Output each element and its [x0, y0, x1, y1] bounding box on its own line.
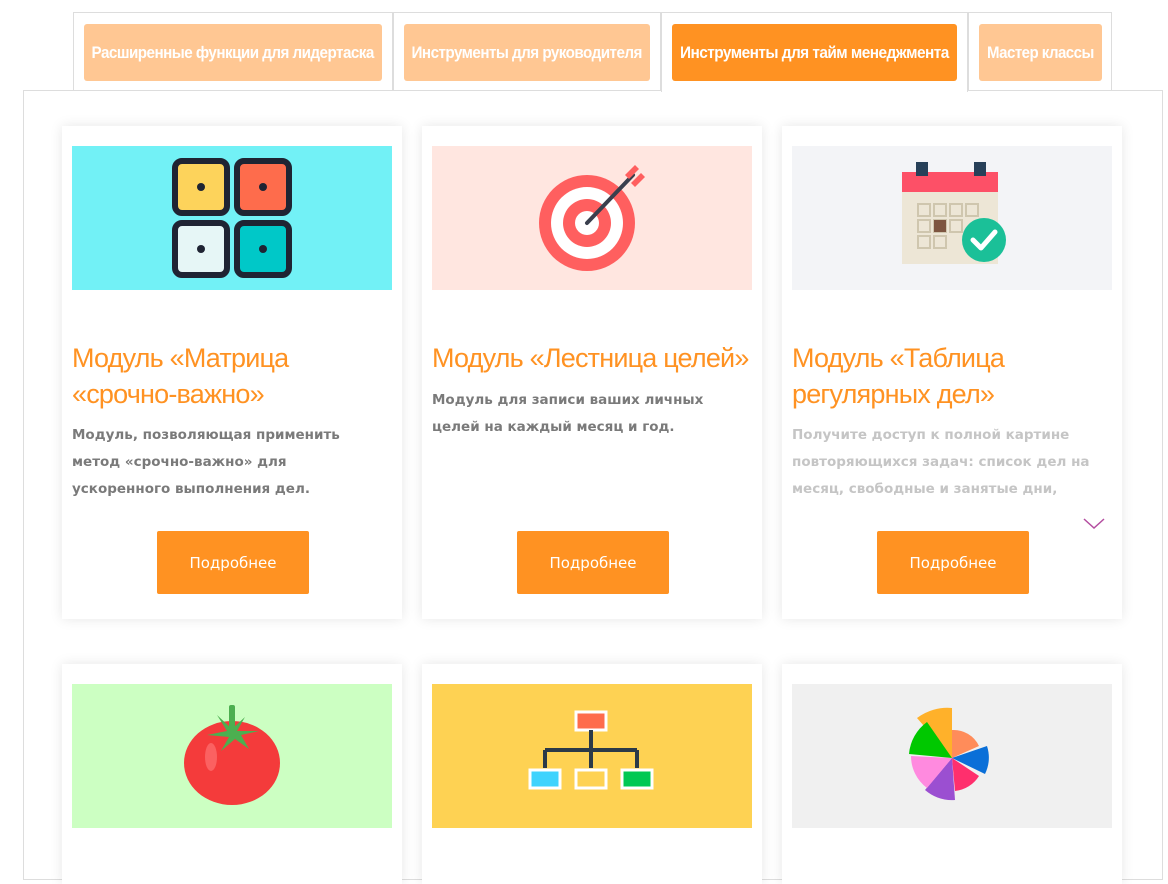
module-card-structure — [422, 664, 762, 884]
org-chart-icon — [432, 684, 752, 828]
tab-manager-tools-button[interactable]: Инструменты для руководителя — [404, 24, 650, 81]
module-card-matrix: Модуль «Матрица «срочно-важно» Модуль, п… — [62, 126, 402, 619]
calendar-check-icon — [792, 146, 1112, 290]
tab-leadertask-features: Расширенные функции для лидертаска — [73, 12, 393, 91]
tomato-icon — [72, 684, 392, 828]
card-description: Модуль для записи ваших личных целей на … — [432, 392, 704, 435]
target-icon — [432, 146, 752, 290]
tab-time-management-tools: Инструменты для тайм менеджмента — [661, 12, 968, 92]
card-description: Получите доступ к полной картине повторя… — [792, 427, 1090, 497]
module-card-goals-ladder: Модуль «Лестница целей» Модуль для запис… — [422, 126, 762, 619]
tab-leadertask-features-button[interactable]: Расширенные функции для лидертаска — [84, 24, 382, 81]
tab-manager-tools: Инструменты для руководителя — [393, 12, 661, 91]
tab-master-classes-button[interactable]: Мастер классы — [979, 24, 1102, 81]
module-card-pomodoro — [62, 664, 402, 884]
tab-time-management-tools-button[interactable]: Инструменты для тайм менеджмента — [672, 24, 957, 81]
card-title: Модуль «Лестница целей» — [432, 343, 749, 373]
pie-chart-icon — [792, 684, 1112, 828]
module-card-regular-tasks: Модуль «Таблица регулярных дел» Получите… — [782, 126, 1122, 619]
card-title: Модуль «Матрица «срочно-важно» — [72, 343, 289, 409]
matrix-grid-icon — [72, 146, 392, 290]
details-button[interactable]: Подробнее — [877, 531, 1029, 594]
card-description: Модуль, позволяющая применить метод «сро… — [72, 427, 340, 497]
details-button[interactable]: Подробнее — [517, 531, 669, 594]
module-card-balance-wheel — [782, 664, 1122, 884]
tab-bar: Расширенные функции для лидертаска Инстр… — [73, 12, 1113, 92]
card-title: Модуль «Таблица регулярных дел» — [792, 343, 1005, 409]
chevron-down-icon[interactable] — [1082, 516, 1106, 530]
tab-master-classes: Мастер классы — [968, 12, 1112, 91]
details-button[interactable]: Подробнее — [157, 531, 309, 594]
